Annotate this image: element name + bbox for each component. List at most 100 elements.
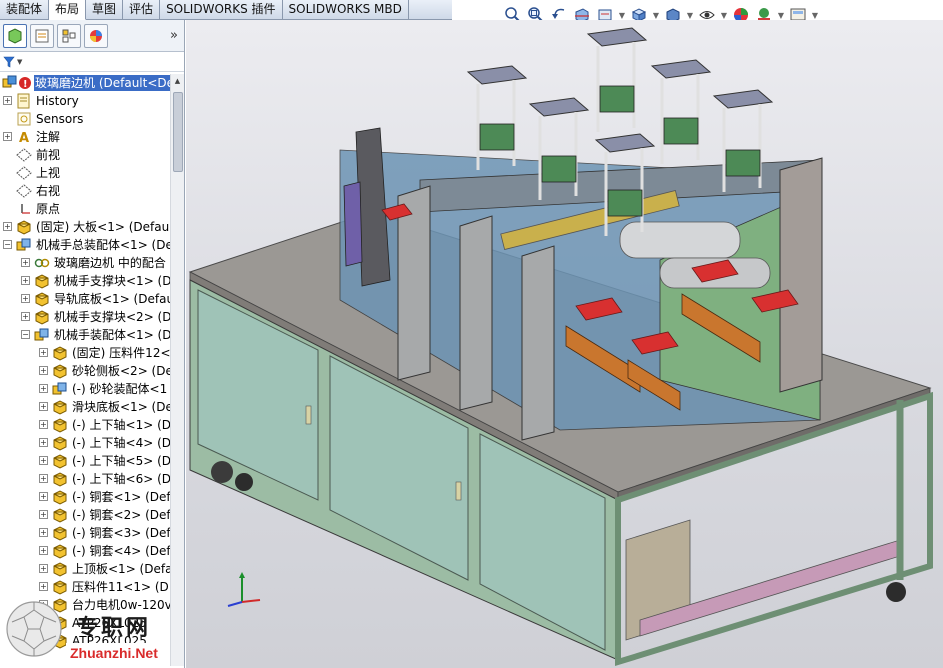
expand-icon[interactable]: + bbox=[39, 402, 48, 411]
expand-icon[interactable]: + bbox=[3, 96, 12, 105]
panel-more-icon[interactable]: » bbox=[167, 28, 181, 43]
expand-icon[interactable]: + bbox=[39, 348, 48, 357]
expand-icon[interactable]: + bbox=[39, 366, 48, 375]
expand-icon[interactable]: + bbox=[39, 474, 48, 483]
expand-icon[interactable]: + bbox=[39, 492, 48, 501]
part-icon bbox=[52, 345, 68, 361]
tree-item[interactable]: + (-) 铜套<2> (Def bbox=[0, 506, 170, 524]
tree-item[interactable]: + History bbox=[0, 92, 170, 110]
tree-item-label: 压料件11<1> (D bbox=[72, 580, 169, 594]
caster-wheel bbox=[211, 461, 233, 483]
filter-bar[interactable]: ▼ bbox=[0, 52, 184, 72]
part-icon bbox=[52, 525, 68, 541]
expand-icon[interactable]: + bbox=[39, 384, 48, 393]
subassembly-icon bbox=[34, 327, 50, 343]
tree-scrollbar[interactable]: ▲ bbox=[170, 74, 184, 666]
tree-item[interactable]: 原点 bbox=[0, 200, 170, 218]
tree-item-label: 机械手支撑块<2> (D bbox=[54, 310, 170, 324]
tree-item[interactable]: + (-) 铜套<3> (Def bbox=[0, 524, 170, 542]
tree-item-label: (固定) 压料件12< bbox=[72, 346, 170, 360]
tree-item-label: 前视 bbox=[36, 148, 61, 162]
part-icon bbox=[52, 543, 68, 559]
expand-icon[interactable]: + bbox=[39, 456, 48, 465]
filter-icon[interactable] bbox=[3, 56, 15, 68]
expand-icon[interactable]: + bbox=[39, 438, 48, 447]
tree-item[interactable]: + (-) 铜套<4> (Def bbox=[0, 542, 170, 560]
tree-item[interactable]: + (-) 上下轴<4> (D bbox=[0, 434, 170, 452]
tree-item[interactable]: − 机械手装配体<1> (D bbox=[0, 326, 170, 344]
displaymanager-icon[interactable] bbox=[84, 23, 108, 48]
tree-item-label: (-) 上下轴<4> (D bbox=[72, 436, 170, 450]
door-handle bbox=[305, 405, 312, 425]
purple-bracket bbox=[343, 181, 363, 267]
expand-icon[interactable]: + bbox=[21, 312, 30, 321]
feature-tree: 玻璃磨边机 (Default<De! + History Sensors + A 注解前视上… bbox=[0, 74, 170, 666]
tree-item[interactable]: + 上顶板<1> (Defa bbox=[0, 560, 170, 578]
tree-item[interactable]: + (-) 砂轮装配体<1 bbox=[0, 380, 170, 398]
collapse-icon[interactable]: − bbox=[21, 330, 30, 339]
expand-icon[interactable]: + bbox=[21, 294, 30, 303]
expand-icon[interactable]: + bbox=[39, 546, 48, 555]
tree-item-label: 原点 bbox=[36, 202, 61, 216]
expand-icon[interactable]: + bbox=[39, 510, 48, 519]
expand-icon[interactable]: + bbox=[21, 276, 30, 285]
door-handle bbox=[455, 481, 462, 501]
tree-item[interactable]: + 滑块底板<1> (De bbox=[0, 398, 170, 416]
part-icon bbox=[34, 309, 50, 325]
tab-5[interactable]: SOLIDWORKS MBD bbox=[283, 0, 409, 20]
tab-4[interactable]: SOLIDWORKS 插件 bbox=[160, 0, 283, 20]
tab-1[interactable]: 布局 bbox=[49, 0, 87, 20]
tree-item[interactable]: + 导轨底板<1> (Defau bbox=[0, 290, 170, 308]
watermark-text: 专职网 bbox=[76, 615, 152, 641]
expand-icon[interactable]: + bbox=[39, 528, 48, 537]
tree-item[interactable]: Sensors bbox=[0, 110, 170, 128]
expand-icon[interactable]: + bbox=[39, 582, 48, 591]
part-icon bbox=[16, 219, 32, 235]
glass-edging-machine-model[interactable] bbox=[186, 20, 943, 668]
part-icon bbox=[52, 489, 68, 505]
tree-item[interactable]: + (固定) 大板<1> (Default bbox=[0, 218, 170, 236]
tree-item[interactable]: 玻璃磨边机 (Default<De! bbox=[0, 74, 170, 92]
expand-icon[interactable]: + bbox=[3, 222, 12, 231]
tab-3[interactable]: 评估 bbox=[123, 0, 161, 20]
tree-item-label: 右视 bbox=[36, 184, 61, 198]
tree-item[interactable]: + (-) 上下轴<6> (D bbox=[0, 470, 170, 488]
tree-item[interactable]: 上视 bbox=[0, 164, 170, 182]
sensors-icon bbox=[16, 111, 32, 127]
tree-item[interactable]: + 玻璃磨边机 中的配合 bbox=[0, 254, 170, 272]
tree-item[interactable]: + 砂轮侧板<2> (De bbox=[0, 362, 170, 380]
part-icon bbox=[34, 291, 50, 307]
filter-dropdown-icon[interactable]: ▼ bbox=[17, 58, 22, 66]
tree-item[interactable]: 前视 bbox=[0, 146, 170, 164]
scroll-up-icon[interactable]: ▲ bbox=[171, 74, 184, 88]
expand-icon[interactable]: + bbox=[39, 420, 48, 429]
scroll-thumb[interactable] bbox=[173, 92, 183, 172]
graphics-area[interactable] bbox=[186, 20, 943, 668]
tree-item[interactable]: 右视 bbox=[0, 182, 170, 200]
tree-item[interactable]: + 机械手支撑块<2> (D bbox=[0, 308, 170, 326]
propertymanager-icon[interactable] bbox=[30, 23, 54, 48]
tree-item-label: (-) 上下轴<6> (D bbox=[72, 472, 170, 486]
tree-item[interactable]: + A 注解 bbox=[0, 128, 170, 146]
mates-icon bbox=[34, 255, 50, 271]
tree-item[interactable]: + (-) 上下轴<5> (D bbox=[0, 452, 170, 470]
expand-icon[interactable]: + bbox=[39, 564, 48, 573]
tree-item[interactable]: − 机械手总装配体<1> (De bbox=[0, 236, 170, 254]
collapse-icon[interactable]: − bbox=[3, 240, 12, 249]
tree-item[interactable]: + (-) 铜套<1> (Def bbox=[0, 488, 170, 506]
tree-item[interactable]: + (固定) 压料件12< bbox=[0, 344, 170, 362]
configurationmanager-icon[interactable] bbox=[57, 23, 81, 48]
plane-icon bbox=[16, 165, 32, 181]
tree-item-label: 导轨底板<1> (Defau bbox=[54, 292, 170, 306]
expand-icon[interactable]: + bbox=[21, 258, 30, 267]
featuremanager-icon[interactable] bbox=[3, 23, 27, 48]
tree-item-label: 机械手总装配体<1> (De bbox=[36, 238, 170, 252]
tree-item-label: (-) 上下轴<5> (D bbox=[72, 454, 170, 468]
tree-item-label: 玻璃磨边机 (Default<De bbox=[34, 75, 170, 91]
tab-2[interactable]: 草图 bbox=[86, 0, 124, 20]
tab-0[interactable]: 装配体 bbox=[0, 0, 50, 20]
expand-icon[interactable]: + bbox=[3, 132, 12, 141]
tree-item[interactable]: + 机械手支撑块<1> (D bbox=[0, 272, 170, 290]
tree-item[interactable]: + 压料件11<1> (D bbox=[0, 578, 170, 596]
tree-item[interactable]: + (-) 上下轴<1> (D bbox=[0, 416, 170, 434]
